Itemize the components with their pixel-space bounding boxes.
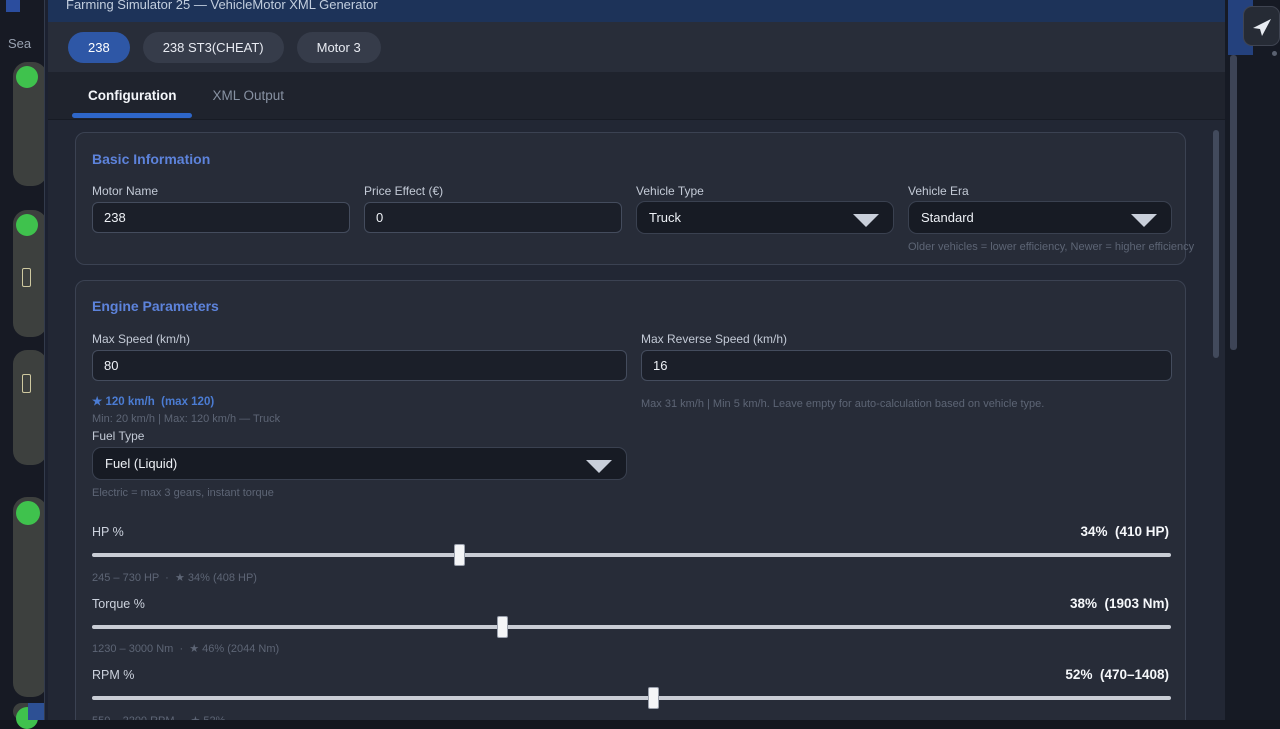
vehicle-type-value: Truck bbox=[649, 210, 681, 225]
max-speed-field[interactable] bbox=[92, 350, 627, 381]
fuel-type-select[interactable]: Fuel (Liquid) bbox=[92, 447, 627, 480]
fuel-type-label: Fuel Type bbox=[92, 429, 144, 443]
tab-configuration-label: Configuration bbox=[88, 88, 176, 103]
hp-percent-hint: 245 – 730 HP · ★ 34% (408 HP) bbox=[92, 571, 257, 584]
background-list-item bbox=[13, 210, 47, 337]
torque-percent-slider[interactable] bbox=[92, 625, 1171, 629]
price-effect-label: Price Effect (€) bbox=[364, 184, 443, 198]
chevron-down-icon bbox=[853, 214, 879, 227]
dialog-title: Farming Simulator 25 — VehicleMotor XML … bbox=[66, 0, 1225, 12]
hp-percent-value: 34% (410 HP) bbox=[1080, 524, 1169, 539]
torque-percent-label: Torque % bbox=[92, 597, 145, 611]
dialog-scrollbar-thumb[interactable] bbox=[1213, 130, 1219, 358]
basic-information-heading: Basic Information bbox=[92, 151, 210, 167]
rpm-percent-label: RPM % bbox=[92, 668, 134, 682]
outer-scrollbar-thumb[interactable] bbox=[1230, 55, 1237, 350]
rpm-percent-value: 52% (470–1408) bbox=[1065, 667, 1169, 682]
fuel-type-hint: Electric = max 3 gears, instant torque bbox=[92, 487, 274, 499]
max-reverse-speed-hint: Max 31 km/h | Min 5 km/h. Leave empty fo… bbox=[641, 398, 1044, 410]
motor-tab-238-st3-cheat[interactable]: 238 ST3(CHEAT) bbox=[143, 32, 284, 63]
vehicle-type-select[interactable]: Truck bbox=[636, 201, 894, 234]
motor-tab-238[interactable]: 238 bbox=[68, 32, 130, 63]
price-effect-field[interactable] bbox=[364, 202, 622, 233]
chevron-down-icon bbox=[586, 460, 612, 473]
view-tabs-row: Configuration XML Output bbox=[48, 72, 1225, 120]
torque-percent-value: 38% (1903 Nm) bbox=[1070, 596, 1169, 611]
max-reverse-speed-label: Max Reverse Speed (km/h) bbox=[641, 332, 787, 346]
vehicle-glyph-icon bbox=[22, 268, 31, 287]
motor-name-field[interactable] bbox=[92, 202, 350, 233]
tab-configuration[interactable]: Configuration bbox=[72, 72, 192, 119]
green-status-icon bbox=[16, 214, 38, 236]
send-button[interactable] bbox=[1243, 6, 1280, 46]
background-search-label: Sea bbox=[8, 36, 31, 51]
engine-parameters-card: Engine Parameters Max Speed (km/h) ★ 120… bbox=[75, 280, 1186, 720]
green-status-icon bbox=[16, 66, 38, 88]
background-app-left: Sea bbox=[0, 0, 48, 720]
basic-information-card: Basic Information Motor Name Price Effec… bbox=[75, 132, 1186, 265]
motor-name-label: Motor Name bbox=[92, 184, 158, 198]
vehicle-type-label: Vehicle Type bbox=[636, 184, 704, 198]
tab-xml-output[interactable]: XML Output bbox=[196, 72, 300, 119]
background-app-right bbox=[1225, 0, 1280, 720]
hp-percent-label: HP % bbox=[92, 525, 124, 539]
rpm-percent-hint: 550 – 2200 RPM · ★ 52% bbox=[92, 714, 225, 720]
fuel-type-value: Fuel (Liquid) bbox=[105, 456, 177, 471]
max-speed-star-line: ★ 120 km/h (max 120) bbox=[92, 394, 214, 408]
chevron-down-icon bbox=[1131, 214, 1157, 227]
configuration-panel: Basic Information Motor Name Price Effec… bbox=[48, 120, 1225, 720]
background-list-item bbox=[13, 497, 47, 697]
hp-percent-slider[interactable] bbox=[92, 553, 1171, 557]
vehicle-era-value: Standard bbox=[921, 210, 974, 225]
hp-slider-thumb[interactable] bbox=[454, 544, 465, 566]
background-list-item bbox=[13, 62, 47, 186]
paper-plane-icon bbox=[1251, 16, 1273, 38]
vehicle-era-select[interactable]: Standard bbox=[908, 201, 1172, 234]
vehiclemotor-generator-dialog: Farming Simulator 25 — VehicleMotor XML … bbox=[48, 0, 1225, 720]
torque-percent-hint: 1230 – 3000 Nm · ★ 46% (2044 Nm) bbox=[92, 642, 279, 655]
background-dot bbox=[1272, 51, 1277, 56]
vehicle-glyph-icon bbox=[22, 374, 31, 393]
max-reverse-speed-field[interactable] bbox=[641, 350, 1172, 381]
green-status-icon bbox=[16, 501, 40, 525]
engine-parameters-heading: Engine Parameters bbox=[92, 298, 219, 314]
motor-tab-motor-3[interactable]: Motor 3 bbox=[297, 32, 381, 63]
torque-slider-thumb[interactable] bbox=[497, 616, 508, 638]
dialog-titlebar: Farming Simulator 25 — VehicleMotor XML … bbox=[48, 0, 1225, 22]
max-speed-label: Max Speed (km/h) bbox=[92, 332, 190, 346]
active-tab-underline bbox=[72, 113, 192, 118]
background-titlebar-fragment bbox=[6, 0, 20, 12]
rpm-slider-thumb[interactable] bbox=[648, 687, 659, 709]
vehicle-era-hint: Older vehicles = lower efficiency, Newer… bbox=[908, 241, 1194, 253]
rpm-percent-slider[interactable] bbox=[92, 696, 1171, 700]
tab-xml-output-label: XML Output bbox=[212, 88, 284, 103]
max-speed-hint: Min: 20 km/h | Max: 120 km/h — Truck bbox=[92, 413, 280, 425]
motor-tabs-row: 238 238 ST3(CHEAT) Motor 3 bbox=[48, 22, 1225, 72]
background-list-item bbox=[13, 350, 47, 465]
vehicle-era-label: Vehicle Era bbox=[908, 184, 969, 198]
